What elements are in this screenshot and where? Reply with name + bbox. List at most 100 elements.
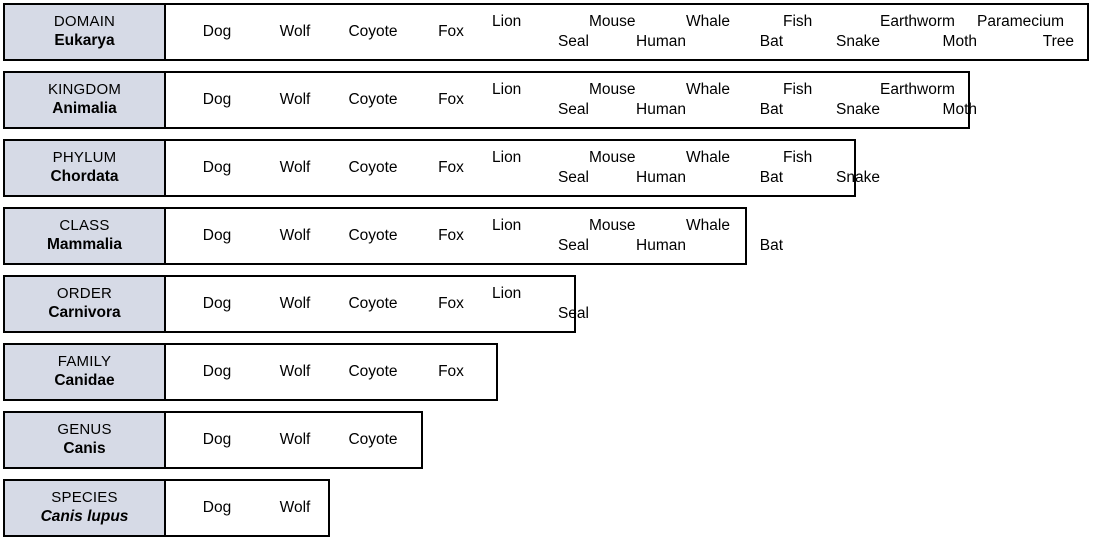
organism-pair: Fish Snake [783,141,880,195]
organism-label: Fish [783,13,813,31]
organism-label: Bat [759,169,783,186]
rank-label-cell: ORDER Carnivora [5,277,166,331]
taxonomy-hierarchy-diagram: DOMAIN Eukarya Dog Wolf Coyote Fox Lion Seal Mou… [0,0,1117,538]
organism-label: Wolf [279,431,311,448]
organism-pair: Whale Bat [686,141,783,195]
organism-pair: Earthworm Moth [880,73,977,127]
member-organisms-cell: Dog Wolf Coyote Fox Lion Seal Mouse Human Whale B… [166,209,783,263]
organism-label: Wolf [279,159,311,176]
member-organisms-cell: Dog Wolf Coyote Fox Lion Seal Mouse Human Whale B… [166,73,977,127]
rank-taxon-name: Mammalia [47,235,122,253]
rank-name: CLASS [59,217,110,235]
member-organisms-cell: Dog Wolf Coyote Fox Lion Seal [166,277,589,331]
rank-taxon-name: Carnivora [48,303,121,321]
rank-taxon-name: Canidae [54,371,115,389]
organism-pair: Lion Seal [492,5,589,59]
member-organisms-cell: Dog Wolf Coyote Fox Lion Seal Mouse Human Whale B… [166,5,1087,59]
rank-name: GENUS [57,421,112,439]
organism-label: Wolf [279,295,311,312]
organism-label: Snake [836,33,880,50]
taxonomy-row-order: ORDER Carnivora Dog Wolf Coyote Fox Lion Seal [3,275,589,333]
organism-label: Whale [686,217,730,235]
taxonomy-row-phylum: PHYLUM Chordata Dog Wolf Coyote Fox Lion Seal Mo… [3,139,880,197]
organism-pair: Mouse Human [589,209,686,263]
member-organisms-cell: Dog Wolf Coyote Fox Lion Seal Mouse Human Whale B… [166,141,880,195]
organism-pair: Fish Snake [783,73,880,127]
organism-label: Dog [202,91,232,108]
organism-label: Coyote [348,431,398,448]
organism-pair: Paramecium Tree [977,5,1074,59]
organism-label: Fox [438,23,464,40]
rank-label-cell: FAMILY Canidae [5,345,166,399]
organism-label: Earthworm [880,13,955,31]
taxonomy-row-species: SPECIES Canis lupus Dog Wolf [3,479,330,537]
organism-label: Moth [942,33,977,50]
taxonomy-row-domain: DOMAIN Eukarya Dog Wolf Coyote Fox Lion Seal Mou… [3,3,1089,61]
organism-label: Lion [492,149,522,167]
organism-pair: Lion Seal [492,209,589,263]
organism-pair: Lion Seal [492,141,589,195]
rank-taxon-name: Canis [63,439,106,457]
rank-name: FAMILY [57,353,112,371]
organism-label: Seal [557,237,589,254]
taxonomy-row-family: FAMILY Canidae Dog Wolf Coyote Fox [3,343,498,401]
organism-label: Snake [836,101,880,118]
organism-label: Lion [492,285,522,303]
organism-label: Dog [202,431,232,448]
organism-label: Lion [492,13,522,31]
rank-label-cell: SPECIES Canis lupus [5,481,166,535]
organism-label: Dog [202,23,232,40]
organism-pair: Whale Bat [686,209,783,263]
organism-label: Tree [1042,33,1074,50]
organism-pair: Whale Bat [686,5,783,59]
organism-pair: Fish Snake [783,5,880,59]
organism-label: Coyote [348,23,398,40]
organism-pair: Mouse Human [589,141,686,195]
rank-label-cell: KINGDOM Animalia [5,73,166,127]
organism-label: Fish [783,81,813,99]
organism-label: Dog [202,363,232,380]
organism-label: Whale [686,149,730,167]
organism-label: Bat [759,237,783,254]
organism-label: Human [636,33,686,50]
rank-label-cell: GENUS Canis [5,413,166,467]
organism-label: Coyote [348,295,398,312]
organism-label: Moth [942,101,977,118]
rank-name: ORDER [56,285,113,303]
rank-label-cell: CLASS Mammalia [5,209,166,263]
member-organisms-cell: Dog Wolf Coyote [166,413,421,467]
organism-label: Wolf [279,227,311,244]
organism-pair: Lion Seal [492,277,589,331]
rank-label-cell: PHYLUM Chordata [5,141,166,195]
organism-label: Seal [557,305,589,322]
organism-label: Fox [438,91,464,108]
rank-name: PHYLUM [52,149,117,167]
rank-taxon-name: Chordata [50,167,119,185]
organism-label: Coyote [348,227,398,244]
organism-label: Whale [686,81,730,99]
organism-pair: Mouse Human [589,73,686,127]
organism-label: Fox [438,227,464,244]
organism-label: Coyote [348,159,398,176]
organism-label: Human [636,101,686,118]
organism-pair: Mouse Human [589,5,686,59]
taxonomy-row-kingdom: KINGDOM Animalia Dog Wolf Coyote Fox Lion Seal M… [3,71,977,129]
organism-label: Seal [557,33,589,50]
organism-label: Wolf [279,23,311,40]
organism-label: Mouse [589,149,636,167]
organism-label: Coyote [348,363,398,380]
organism-label: Snake [836,169,880,186]
organism-label: Fox [438,295,464,312]
organism-label: Paramecium [977,13,1064,31]
organism-pair: Whale Bat [686,73,783,127]
rank-name: DOMAIN [53,13,116,31]
organism-pair: Lion Seal [492,73,589,127]
rank-label-cell: DOMAIN Eukarya [5,5,166,59]
organism-label: Mouse [589,13,636,31]
organism-pair: Earthworm Moth [880,5,977,59]
organism-label: Seal [557,101,589,118]
organism-label: Bat [759,101,783,118]
organism-label: Dog [202,499,232,516]
rank-taxon-name: Canis lupus [40,507,129,525]
organism-label: Dog [202,159,232,176]
